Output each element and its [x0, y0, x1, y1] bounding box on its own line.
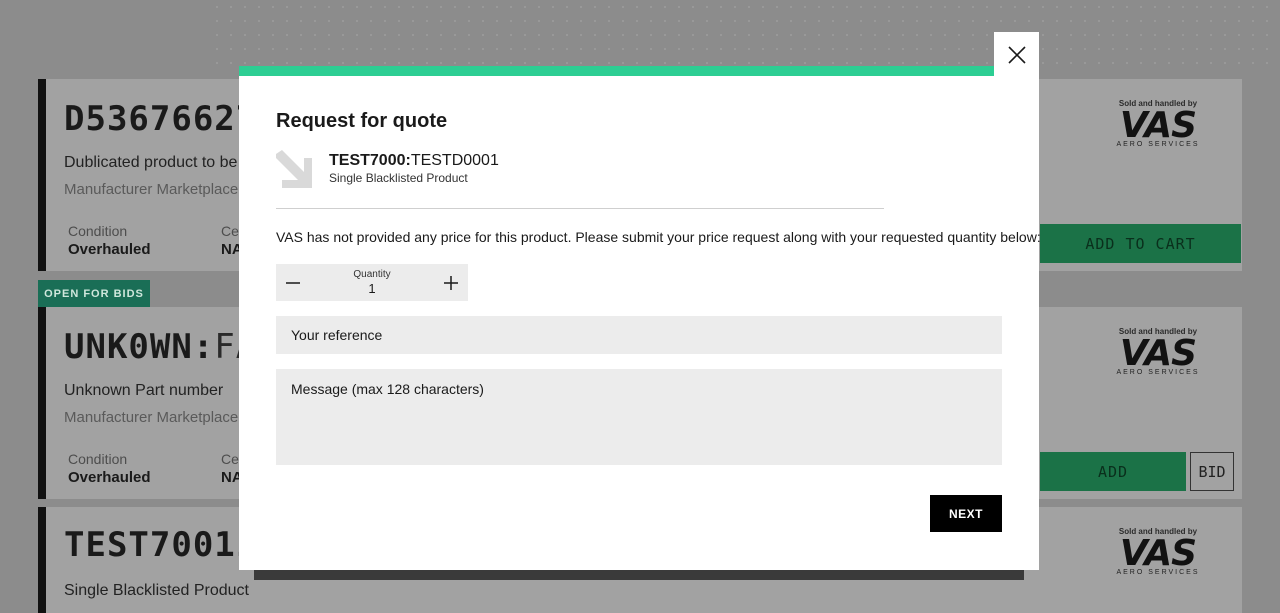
close-icon — [1007, 45, 1026, 64]
bid-button[interactable]: BID — [1190, 452, 1234, 491]
condition-value: Overhauled — [68, 241, 151, 258]
modal-accent-bar — [239, 66, 994, 76]
seller-block: Sold and handled by VAS AERO SERVICES — [1098, 527, 1218, 576]
condition-value: Overhauled — [68, 469, 151, 486]
certificate-label: Ce — [221, 223, 239, 239]
product-description: Dublicated product to be — [64, 154, 238, 171]
modal-title: Request for quote — [276, 110, 448, 132]
product-description: Unknown Part number — [64, 382, 224, 399]
condition-label: Condition — [68, 223, 128, 239]
product-part-number: TEST7000:TESTD0001 — [329, 152, 499, 169]
close-button[interactable] — [994, 32, 1039, 77]
reference-input[interactable] — [276, 316, 1002, 354]
request-quote-modal: Request for quote TEST7000:TESTD0001 Sin… — [239, 66, 1041, 570]
seller-block: Sold and handled by VAS AERO SERVICES — [1098, 327, 1218, 376]
marketplace-label: Manufacturer Marketplace — [64, 181, 239, 198]
quantity-stepper: Quantity 1 — [276, 264, 468, 301]
marketplace-label: Manufacturer Marketplace — [64, 409, 239, 426]
product-name: Single Blacklisted Product — [329, 171, 468, 185]
part-number[interactable]: TEST70011 — [64, 525, 257, 565]
vas-logo: VAS — [1119, 105, 1197, 146]
open-for-bids-badge: OPEN FOR BIDS — [38, 280, 150, 307]
add-button[interactable]: ADD — [1040, 452, 1186, 491]
condition-label: Condition — [68, 451, 128, 467]
product-description: Single Blacklisted Product — [64, 582, 249, 599]
certificate-label: Ce — [221, 451, 239, 467]
info-text: VAS has not provided any price for this … — [276, 229, 1041, 245]
message-textarea[interactable] — [276, 369, 1002, 465]
add-to-cart-button[interactable]: ADD TO CART — [1040, 224, 1241, 263]
next-button[interactable]: NEXT — [930, 495, 1002, 532]
arrow-down-right-icon — [276, 150, 312, 188]
plus-icon — [444, 275, 458, 290]
seller-block: Sold and handled by VAS AERO SERVICES — [1098, 99, 1218, 148]
divider — [276, 208, 884, 209]
vas-logo: VAS — [1119, 533, 1197, 574]
vas-logo: VAS — [1119, 333, 1197, 374]
background-pattern — [210, 0, 1280, 70]
part-number[interactable]: D53676627 — [64, 99, 257, 139]
part-number[interactable]: UNK0WN:FA — [64, 327, 257, 367]
increase-quantity-button[interactable] — [434, 264, 468, 301]
